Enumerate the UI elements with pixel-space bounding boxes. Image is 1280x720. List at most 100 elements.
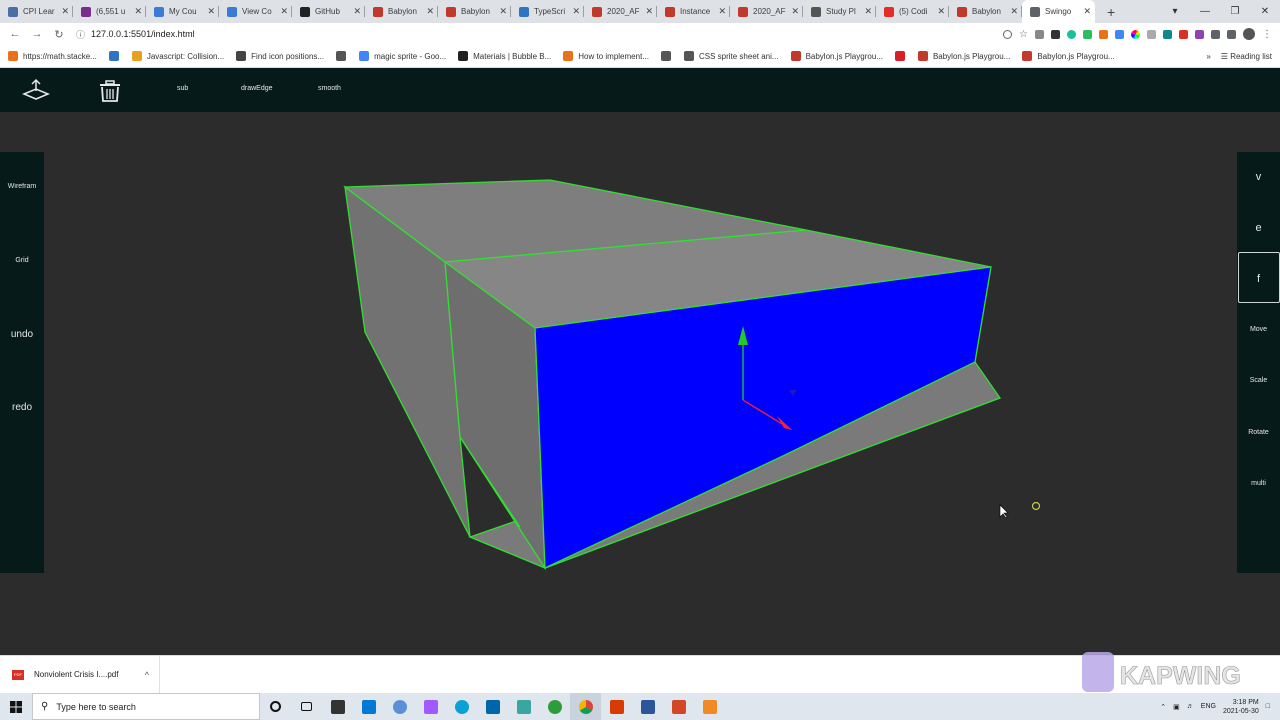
bookmark-item[interactable] — [336, 51, 351, 61]
sub-button[interactable]: sub — [177, 85, 188, 92]
extension-teal-icon[interactable] — [1163, 29, 1172, 39]
tab-close-icon[interactable]: ✕ — [864, 6, 872, 17]
figma-icon[interactable] — [415, 693, 446, 720]
bookmark-item[interactable]: Materials | Bubble B... — [458, 51, 551, 61]
trash-icon[interactable] — [95, 77, 125, 103]
bookmark-item[interactable] — [108, 51, 124, 61]
color-picker-icon[interactable] — [1131, 29, 1140, 39]
reload-icon[interactable]: ↻ — [48, 28, 70, 41]
url-field[interactable]: ⓘ 127.0.0.1:5501/index.html — [76, 25, 1003, 43]
settings-app-icon[interactable] — [384, 693, 415, 720]
scale-button[interactable]: Scale — [1237, 377, 1280, 384]
browser-tab[interactable]: Swingo ✕ — [1022, 0, 1095, 23]
zoom-icon[interactable] — [1003, 29, 1013, 39]
app-orange-icon[interactable] — [694, 693, 725, 720]
back-icon[interactable]: ← — [4, 28, 26, 40]
tab-close-icon[interactable]: ✕ — [572, 6, 580, 17]
bookmark-item[interactable]: Javascript: Collision... — [131, 51, 224, 61]
app-green-icon[interactable] — [539, 693, 570, 720]
pen-icon[interactable] — [1195, 29, 1204, 39]
browser-tab[interactable]: My Cou ✕ — [146, 0, 219, 23]
star-icon[interactable]: ☆ — [1019, 29, 1028, 40]
wireframe-button[interactable]: Wirefram — [0, 183, 44, 190]
smooth-button[interactable]: smooth — [318, 85, 341, 92]
bookmark-item[interactable]: https://math.stacke... — [8, 51, 97, 61]
redo-button[interactable]: redo — [0, 402, 44, 413]
extension-orange-icon[interactable] — [1099, 29, 1108, 39]
tab-close-icon[interactable]: ✕ — [61, 6, 69, 17]
tab-close-icon[interactable]: ✕ — [1083, 6, 1091, 17]
site-info-icon[interactable]: ⓘ — [76, 28, 85, 41]
browser-tab[interactable]: GitHub ✕ — [292, 0, 365, 23]
browser-tab[interactable]: TypeScri ✕ — [511, 0, 584, 23]
more-bookmarks-icon[interactable]: » — [1206, 52, 1210, 61]
office-icon[interactable] — [601, 693, 632, 720]
tab-close-icon[interactable]: ✕ — [499, 6, 507, 17]
download-item[interactable]: PDF Nonviolent Crisis I....pdf ^ — [0, 655, 160, 694]
bookmark-item[interactable] — [894, 51, 910, 61]
bookmark-item[interactable]: Find icon positions... — [236, 51, 324, 61]
taskbar-search-field[interactable]: ⚲ Type here to search — [32, 693, 260, 720]
reading-list-button[interactable]: ☰ Reading list — [1221, 52, 1272, 61]
bookmark-item[interactable]: Babylon.js Playgrou... — [917, 51, 1010, 61]
edge-mode-button[interactable]: e — [1237, 222, 1280, 234]
bookmark-item[interactable] — [660, 51, 676, 61]
bookmark-item[interactable]: Babylon.js Playgrou... — [1022, 51, 1115, 61]
browser-tab[interactable]: (5) Codi ✕ — [876, 0, 949, 23]
play-icon[interactable] — [1147, 29, 1156, 39]
forward-icon[interactable]: → — [26, 28, 48, 40]
tab-close-icon[interactable]: ✕ — [426, 6, 434, 17]
task-view-icon[interactable] — [291, 693, 322, 720]
camera-icon[interactable] — [1035, 29, 1044, 39]
tab-close-icon[interactable]: ✕ — [134, 6, 142, 17]
chevron-up-icon[interactable]: ^ — [145, 670, 149, 680]
evernote-icon[interactable] — [1083, 29, 1092, 39]
profile-avatar-icon[interactable] — [1243, 28, 1255, 40]
tab-close-icon[interactable]: ✕ — [353, 6, 361, 17]
bookmark-item[interactable]: Babylon.js Playgrou... — [790, 51, 883, 61]
vertex-mode-button[interactable]: v — [1237, 171, 1280, 183]
close-window-icon[interactable]: ✕ — [1250, 6, 1280, 17]
undo-button[interactable]: undo — [0, 329, 44, 340]
tab-close-icon[interactable]: ✕ — [937, 6, 945, 17]
minimize-icon[interactable]: — — [1190, 6, 1220, 17]
cast-icon[interactable] — [1051, 29, 1060, 39]
browser-tab[interactable]: Study Pl ✕ — [803, 0, 876, 23]
extension-red-icon[interactable] — [1179, 29, 1188, 39]
browser-tab[interactable]: CPI Lear ✕ — [0, 0, 73, 23]
cortana-icon[interactable] — [260, 693, 291, 720]
grid-button[interactable]: Grid — [0, 257, 44, 264]
bookmark-item[interactable]: magic sprite - Goo... — [359, 51, 446, 61]
edge-icon[interactable] — [446, 693, 477, 720]
mesh-plane-icon[interactable] — [21, 77, 51, 103]
bookmark-item[interactable]: How to implement... — [563, 51, 649, 61]
browser-tab[interactable]: View Co ✕ — [219, 0, 292, 23]
windows-start-icon[interactable] — [0, 693, 32, 720]
tab-close-icon[interactable]: ✕ — [718, 6, 726, 17]
draw-edge-button[interactable]: drawEdge — [241, 85, 273, 92]
new-tab-button[interactable]: + — [1107, 0, 1127, 23]
tab-close-icon[interactable]: ✕ — [645, 6, 653, 17]
multi-button[interactable]: multi — [1237, 480, 1280, 487]
browser-tab[interactable]: 2020_AF ✕ — [584, 0, 657, 23]
tab-close-icon[interactable]: ✕ — [207, 6, 215, 17]
tab-close-icon[interactable]: ✕ — [791, 6, 799, 17]
store-icon[interactable] — [322, 693, 353, 720]
browser-tab[interactable]: Babylon ✕ — [949, 0, 1022, 23]
menu-icon[interactable]: ⋮ — [1262, 29, 1272, 40]
browser-tab[interactable]: Instance ✕ — [657, 0, 730, 23]
3d-viewport[interactable] — [0, 112, 1280, 655]
browser-tab[interactable]: Babylon ✕ — [438, 0, 511, 23]
browser-tab[interactable]: 2020_AF ✕ — [730, 0, 803, 23]
chrome-icon[interactable] — [570, 693, 601, 720]
app-teal-icon[interactable] — [508, 693, 539, 720]
tab-close-icon[interactable]: ✕ — [1010, 6, 1018, 17]
mesh-scene[interactable] — [0, 112, 1280, 655]
browser-tab[interactable]: Babylon ✕ — [365, 0, 438, 23]
grammarly-icon[interactable] — [1067, 29, 1076, 39]
word-icon[interactable] — [632, 693, 663, 720]
puzzle-icon[interactable] — [1211, 29, 1220, 39]
powerpoint-icon[interactable] — [663, 693, 694, 720]
move-button[interactable]: Move — [1237, 326, 1280, 333]
media-icon[interactable] — [1227, 29, 1236, 39]
